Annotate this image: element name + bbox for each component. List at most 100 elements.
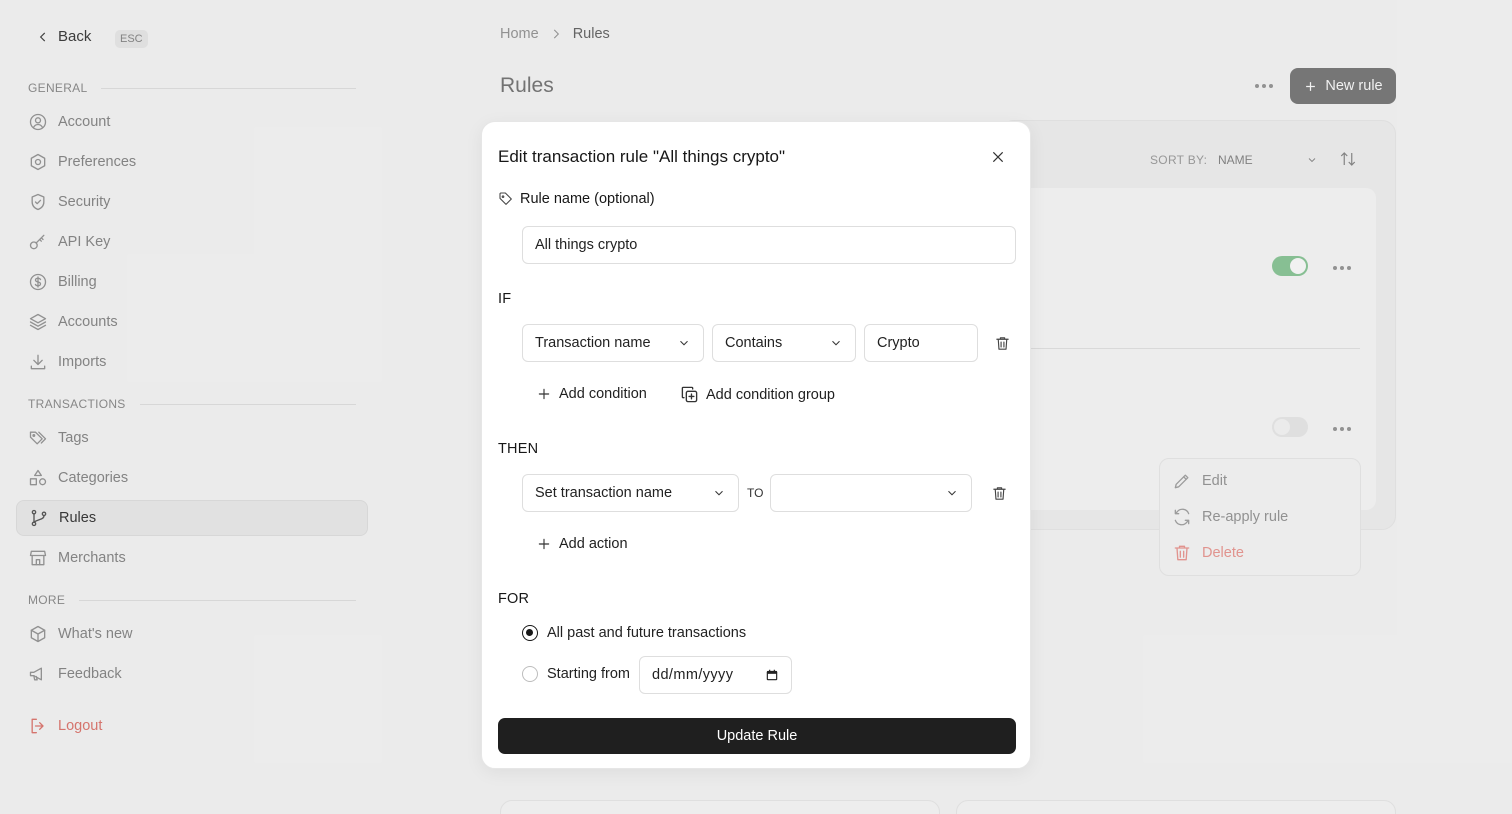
new-rule-button[interactable]: New rule xyxy=(1290,68,1396,104)
menu-item-edit[interactable]: Edit xyxy=(1172,471,1227,491)
radio-all-transactions[interactable]: All past and future transactions xyxy=(522,625,746,641)
breadcrumb-current: Rules xyxy=(572,26,610,42)
back-button[interactable]: Back xyxy=(36,28,91,45)
menu-item-label: Edit xyxy=(1202,473,1227,489)
start-date-input[interactable]: dd/mm/yyyy xyxy=(639,656,792,694)
radio-label: All past and future transactions xyxy=(547,625,747,641)
shapes-icon xyxy=(29,469,47,486)
rule-toggle-disabled[interactable] xyxy=(1272,417,1308,437)
sidebar-item-billing[interactable]: Billing xyxy=(16,264,368,300)
sort-value: NAME xyxy=(1218,153,1253,167)
condition-value: Crypto xyxy=(877,335,920,351)
copy-plus-icon xyxy=(681,386,698,403)
sidebar-item-security[interactable]: Security xyxy=(16,184,368,220)
action-type-select[interactable]: Set transaction name xyxy=(522,474,739,512)
sidebar-item-feedback[interactable]: Feedback xyxy=(16,656,368,692)
condition-value-input[interactable]: Crypto xyxy=(864,324,978,362)
rule-context-menu: Edit Re-apply rule Delete xyxy=(1159,458,1361,576)
sidebar-item-label: Logout xyxy=(58,718,103,734)
sidebar-item-categories[interactable]: Categories xyxy=(16,460,368,496)
pencil-icon xyxy=(1174,474,1189,489)
radio-button[interactable] xyxy=(522,666,538,682)
sidebar-item-accounts[interactable]: Accounts xyxy=(16,304,368,340)
radio-starting-from[interactable]: Starting from xyxy=(522,666,630,682)
add-action-button[interactable]: Add action xyxy=(536,536,628,552)
store-icon xyxy=(29,550,47,566)
plus-icon xyxy=(538,388,550,400)
plus-icon xyxy=(538,538,550,550)
sidebar-item-preferences[interactable]: Preferences xyxy=(16,144,368,180)
sidebar-item-tags[interactable]: Tags xyxy=(16,420,368,456)
logout-icon xyxy=(31,718,44,734)
key-icon xyxy=(29,234,45,250)
sidebar-item-whats-new[interactable]: What's new xyxy=(16,616,368,652)
sidebar-item-merchants[interactable]: Merchants xyxy=(16,540,368,576)
update-rule-button[interactable]: Update Rule xyxy=(498,718,1016,754)
shield-check-icon xyxy=(31,193,45,211)
new-rule-label: New rule xyxy=(1325,78,1383,94)
rule-row-more-button[interactable] xyxy=(1330,419,1354,439)
edit-rule-modal: Edit transaction rule "All things crypto… xyxy=(481,121,1031,769)
tags-icon xyxy=(29,431,47,445)
tag-icon xyxy=(499,192,512,205)
menu-item-reapply[interactable]: Re-apply rule xyxy=(1172,507,1288,527)
page-more-button[interactable] xyxy=(1250,74,1278,98)
action-value-select[interactable] xyxy=(770,474,972,512)
more-horizontal-icon xyxy=(1333,266,1351,270)
refresh-icon xyxy=(1174,508,1190,526)
rule-toggle-enabled[interactable] xyxy=(1272,256,1308,276)
close-button[interactable] xyxy=(987,146,1009,168)
more-horizontal-icon xyxy=(1255,84,1273,88)
sidebar-item-account[interactable]: Account xyxy=(16,104,368,140)
dollar-circle-icon xyxy=(29,273,47,291)
condition-field-select[interactable]: Transaction name xyxy=(522,324,704,362)
sort-direction-button[interactable] xyxy=(1339,150,1357,168)
section-title-general: GENERAL xyxy=(28,81,356,95)
breadcrumb-home[interactable]: Home xyxy=(500,26,539,42)
sort-select[interactable]: NAME xyxy=(1218,153,1318,167)
esc-shortcut-badge: ESC xyxy=(115,30,148,48)
rule-row-more-button[interactable] xyxy=(1330,258,1354,278)
megaphone-icon xyxy=(29,667,42,681)
chevron-right-icon xyxy=(553,29,559,39)
condition-operator-select[interactable]: Contains xyxy=(712,324,856,362)
then-section-label: THEN xyxy=(498,441,539,457)
calendar-icon xyxy=(766,669,778,681)
sidebar-item-label: Categories xyxy=(58,470,129,486)
settings-hexagon-icon xyxy=(30,153,46,171)
delete-condition-button[interactable] xyxy=(992,333,1012,353)
modal-title: Edit transaction rule "All things crypto… xyxy=(498,147,786,166)
sidebar-item-rules[interactable]: Rules xyxy=(16,500,368,536)
add-condition-label: Add condition xyxy=(559,386,647,402)
trash-icon xyxy=(995,336,1009,350)
bottom-card xyxy=(500,800,940,814)
add-condition-group-button[interactable]: Add condition group xyxy=(680,385,835,404)
sidebar-item-label: Tags xyxy=(58,430,89,446)
sidebar-item-label: Billing xyxy=(58,274,97,290)
add-action-label: Add action xyxy=(559,536,628,552)
sidebar-item-label: API Key xyxy=(58,234,111,250)
section-title-more: MORE xyxy=(28,593,356,607)
sidebar-item-label: Accounts xyxy=(58,314,118,330)
to-label: TO xyxy=(747,486,764,500)
sidebar-item-logout[interactable]: Logout xyxy=(16,708,368,744)
sidebar-item-imports[interactable]: Imports xyxy=(16,344,368,380)
close-icon xyxy=(992,151,1004,163)
add-condition-button[interactable]: Add condition xyxy=(536,386,647,402)
radio-button-checked[interactable] xyxy=(522,625,538,641)
menu-item-delete[interactable]: Delete xyxy=(1172,543,1244,563)
update-rule-label: Update Rule xyxy=(716,728,798,744)
sidebar-item-label: Account xyxy=(58,114,111,130)
menu-item-label: Re-apply rule xyxy=(1202,509,1289,525)
rule-name-input[interactable]: All things crypto xyxy=(522,226,1016,264)
plus-icon xyxy=(1306,81,1316,91)
sidebar-item-label: Imports xyxy=(58,354,107,370)
chevron-down-icon xyxy=(1308,158,1316,163)
condition-field-value: Transaction name xyxy=(535,335,651,351)
delete-action-button[interactable] xyxy=(989,483,1009,503)
sidebar-item-api-key[interactable]: API Key xyxy=(16,224,368,260)
sidebar-item-label: Rules xyxy=(59,510,97,526)
date-placeholder: dd/mm/yyyy xyxy=(652,667,734,683)
add-condition-group-label: Add condition group xyxy=(706,386,835,403)
chevron-down-icon xyxy=(680,340,688,346)
